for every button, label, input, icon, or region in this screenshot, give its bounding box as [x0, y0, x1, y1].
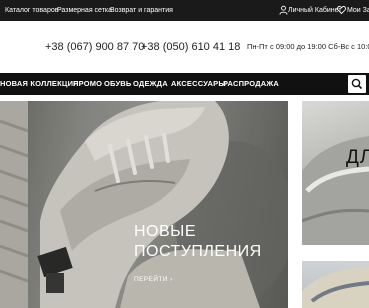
side-banner-top[interactable]: ДЛ [302, 101, 369, 245]
hero-more-link[interactable]: ПЕРЕЙТИ › [134, 276, 173, 283]
nav-accessories[interactable]: АКСЕССУАРЫ [171, 73, 226, 95]
side-banner-text: ДЛ [346, 147, 369, 168]
returns-link[interactable]: Возврат и гарантия [110, 0, 173, 21]
chevron-right-icon: › [170, 276, 173, 283]
nav-promo[interactable]: ПРОМО [73, 73, 102, 95]
nav-shoes[interactable]: ОБУВЬ [104, 73, 132, 95]
side-banner-bottom[interactable] [302, 261, 369, 308]
nav-clothing[interactable]: ОДЕЖДА [133, 73, 168, 95]
hero-title-line-1: НОВЫЕ [134, 223, 197, 240]
phone-2[interactable]: +38 (050) 610 41 18 [141, 37, 240, 57]
side-banner-bottom-image [302, 266, 369, 308]
orders-link[interactable]: Мои Зак [347, 0, 369, 21]
nav-sale[interactable]: РАСПРОДАЖА [223, 73, 279, 95]
hero-more-label: ПЕРЕЙТИ [134, 276, 168, 283]
hero-banner[interactable]: НОВЫЕ ПОСТУПЛЕНИЯ ПЕРЕЙТИ › [0, 101, 288, 308]
top-utility-bar: Каталог товаров Размерная сетка Возврат … [0, 0, 369, 21]
nav-new-collection[interactable]: НОВАЯ КОЛЛЕКЦИЯ [0, 73, 79, 95]
hero-title: НОВЫЕ ПОСТУПЛЕНИЯ [134, 222, 288, 262]
user-icon [279, 5, 288, 15]
hero-title-line-2: ПОСТУПЛЕНИЯ [134, 243, 262, 260]
catalog-link[interactable]: Каталог товаров [5, 0, 58, 21]
search-button[interactable] [348, 75, 366, 93]
main-navigation: НОВАЯ КОЛЛЕКЦИЯ ПРОМО ОБУВЬ ОДЕЖДА АКСЕС… [0, 73, 369, 95]
side-banner-image [302, 136, 369, 245]
contacts-row: +38 (067) 900 87 70 +38 (050) 610 41 18 … [0, 37, 369, 57]
size-chart-link[interactable]: Размерная сетка [57, 0, 112, 21]
heart-icon [337, 5, 346, 15]
working-hours: Пн-Пт с 09:00 до 19:00 Сб-Вс с 10:00 д [247, 42, 369, 51]
account-link[interactable]: Личный Кабинет [288, 0, 342, 21]
search-icon [351, 78, 363, 90]
phone-1[interactable]: +38 (067) 900 87 70 [45, 37, 144, 57]
